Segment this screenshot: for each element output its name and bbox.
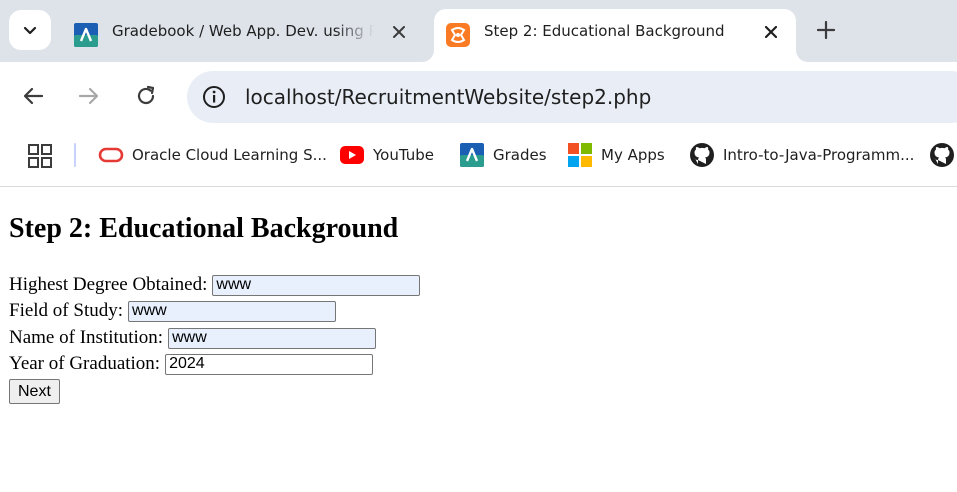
- tab-title: Step 2: Educational Background: [484, 22, 725, 40]
- back-button[interactable]: [19, 82, 47, 110]
- reload-button[interactable]: [132, 82, 160, 110]
- tab-step2[interactable]: Step 2: Educational Background: [434, 9, 796, 62]
- arrow-right-icon: [78, 87, 99, 105]
- bookmark-grades[interactable]: Grades: [459, 140, 547, 170]
- plus-icon: [817, 21, 835, 39]
- bookmark-github[interactable]: [929, 140, 957, 170]
- bookmark-my-apps[interactable]: My Apps: [567, 140, 665, 170]
- page-content: Step 2: Educational Background Highest D…: [0, 187, 957, 492]
- next-button[interactable]: Next: [9, 379, 60, 404]
- tab-strip: Gradebook / Web App. Dev. using PHP Step…: [0, 0, 957, 62]
- bookmark-youtube[interactable]: YouTube: [339, 140, 434, 170]
- bookmarks-divider: [74, 143, 76, 167]
- close-icon[interactable]: [388, 21, 410, 43]
- page-title: Step 2: Educational Background: [9, 213, 399, 244]
- forward-button[interactable]: [75, 82, 103, 110]
- arrow-left-icon: [23, 87, 44, 105]
- apps-grid-icon[interactable]: [27, 143, 53, 169]
- bookmark-oracle[interactable]: Oracle Cloud Learning S...: [98, 140, 327, 170]
- close-icon[interactable]: [760, 21, 782, 43]
- field-row-field-of-study: Field of Study:: [9, 298, 337, 324]
- field-label: Highest Degree Obtained:: [9, 274, 208, 295]
- bookmark-label: Intro-to-Java-Programm...: [723, 146, 915, 164]
- field-row-degree: Highest Degree Obtained:: [9, 272, 421, 298]
- field-of-study-input[interactable]: [128, 300, 337, 322]
- url-text[interactable]: localhost/RecruitmentWebsite/step2.php: [245, 71, 651, 123]
- canvas-icon: [459, 142, 485, 168]
- info-icon[interactable]: [201, 84, 227, 110]
- tab-gradebook[interactable]: Gradebook / Web App. Dev. using PHP: [62, 9, 422, 62]
- bookmark-label: Grades: [493, 146, 547, 164]
- github-icon: [929, 142, 955, 168]
- new-tab-button[interactable]: [812, 16, 840, 44]
- youtube-icon: [339, 142, 365, 168]
- canvas-icon: [74, 23, 98, 47]
- bookmarks-bar: Oracle Cloud Learning S... YouTube Grade…: [0, 126, 957, 187]
- reload-icon: [137, 85, 155, 105]
- microsoft-icon: [567, 142, 593, 168]
- bookmark-intro-to-java[interactable]: Intro-to-Java-Programm...: [689, 140, 914, 170]
- field-label: Year of Graduation:: [9, 353, 161, 374]
- address-bar[interactable]: localhost/RecruitmentWebsite/step2.php: [187, 71, 957, 123]
- xampp-icon: [446, 23, 470, 47]
- institution-input[interactable]: [168, 327, 377, 349]
- github-icon: [689, 142, 715, 168]
- bookmark-label: YouTube: [373, 146, 434, 164]
- oracle-icon: [98, 142, 124, 168]
- field-row-institution: Name of Institution:: [9, 325, 377, 351]
- highest-degree-input[interactable]: [212, 274, 421, 296]
- bookmark-label: My Apps: [601, 146, 665, 164]
- tab-search-button[interactable]: [9, 10, 51, 50]
- chevron-down-icon: [23, 26, 37, 35]
- field-label: Name of Institution:: [9, 327, 164, 348]
- graduation-year-input[interactable]: [165, 353, 374, 375]
- field-row-graduation-year: Year of Graduation:: [9, 351, 374, 377]
- toolbar: localhost/RecruitmentWebsite/step2.php: [0, 62, 957, 126]
- bookmark-label: Oracle Cloud Learning S...: [132, 146, 327, 164]
- tab-title: Gradebook / Web App. Dev. using PHP: [112, 22, 374, 40]
- field-label: Field of Study:: [9, 300, 124, 321]
